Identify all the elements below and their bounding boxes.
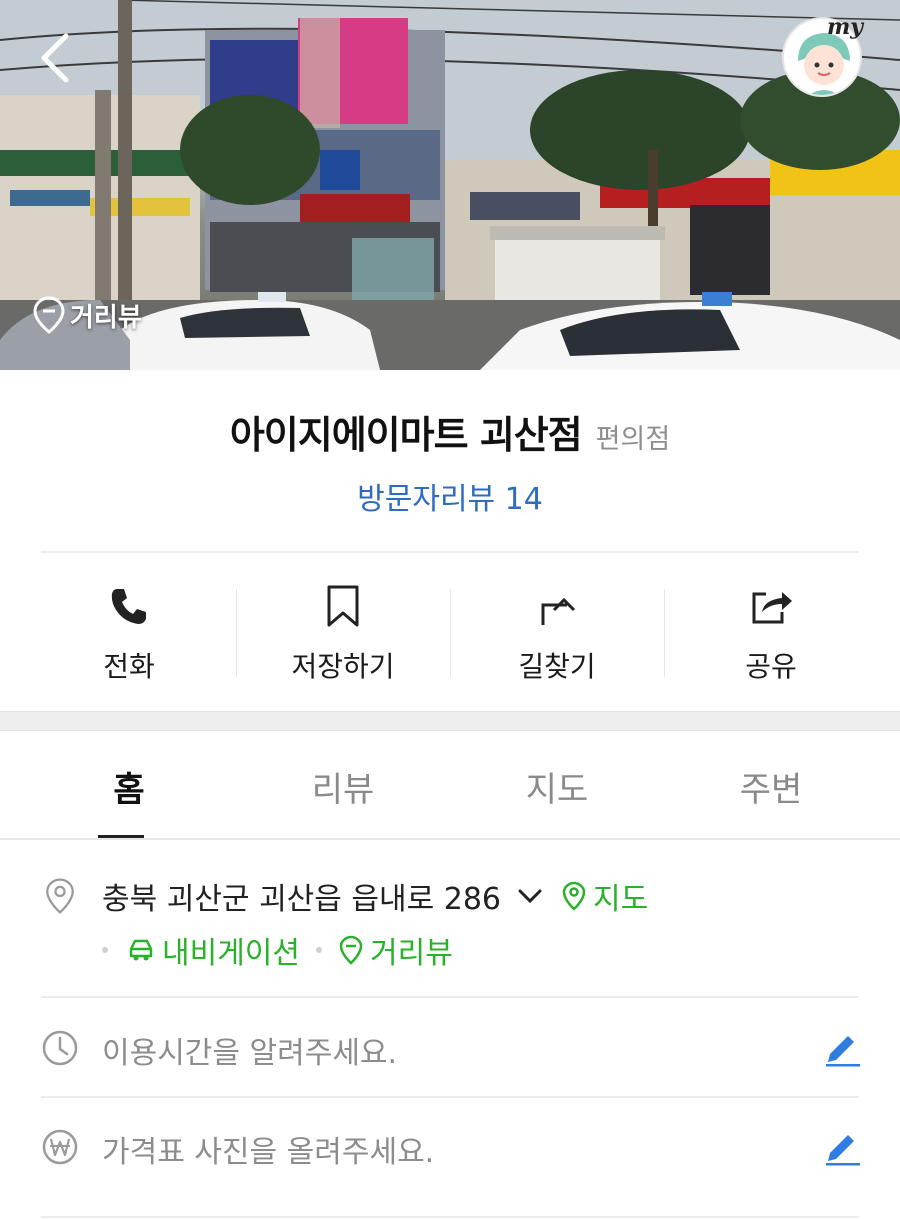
divider xyxy=(41,551,859,553)
directions-icon xyxy=(541,597,576,625)
tab-bar: 홈 리뷰 지도 주변 xyxy=(22,732,878,839)
location-pin-icon xyxy=(46,878,74,914)
bullet-dot xyxy=(316,947,322,953)
divider xyxy=(41,1216,859,1218)
directions-button[interactable]: 길찾기 xyxy=(450,575,664,685)
street-view-button[interactable]: 거리뷰 xyxy=(32,292,142,338)
share-icon xyxy=(752,592,792,624)
divider xyxy=(41,996,859,998)
place-header: 아이지에이마트 괴산점 편의점 xyxy=(0,404,900,459)
save-label: 저장하기 xyxy=(291,650,395,683)
section-separator xyxy=(0,711,900,731)
street-view-pin-icon xyxy=(339,935,363,965)
navigation-link[interactable]: 내비게이션 xyxy=(126,928,300,972)
address-sub-links: 내비게이션 거리뷰 xyxy=(102,928,453,972)
share-button[interactable]: 공유 xyxy=(664,575,878,685)
map-link-label: 지도 xyxy=(593,882,649,917)
phone-icon xyxy=(111,589,146,624)
tabs-divider xyxy=(0,838,900,840)
chevron-down-icon[interactable] xyxy=(515,881,545,911)
call-label: 전화 xyxy=(103,650,155,683)
won-currency-icon xyxy=(42,1129,78,1165)
clock-icon xyxy=(42,1030,78,1066)
street-view-photo[interactable]: my 거리뷰 xyxy=(0,0,900,370)
edit-hours-pencil-icon[interactable] xyxy=(822,1028,862,1068)
street-view-link-label: 거리뷰 xyxy=(370,936,453,971)
navigation-link-label: 내비게이션 xyxy=(162,936,300,971)
place-category: 편의점 xyxy=(595,424,671,455)
street-view-pin-icon xyxy=(33,296,65,334)
action-row: 전화 저장하기 길찾기 공유 xyxy=(22,575,878,685)
street-view-label: 거리뷰 xyxy=(70,302,142,333)
address-text: 충북 괴산군 괴산읍 읍내로 286 xyxy=(102,882,502,917)
share-label: 공유 xyxy=(745,650,797,683)
car-icon xyxy=(129,939,153,961)
street-view-link[interactable]: 거리뷰 xyxy=(338,928,453,972)
tab-review[interactable]: 리뷰 xyxy=(236,732,450,838)
place-title: 아이지에이마트 괴산점 xyxy=(229,413,583,457)
bullet-dot xyxy=(102,947,108,953)
divider xyxy=(41,1096,859,1098)
address-row: 충북 괴산군 괴산읍 읍내로 286 지도 xyxy=(102,874,648,918)
tab-home[interactable]: 홈 xyxy=(22,732,236,839)
map-link[interactable]: 지도 xyxy=(561,874,648,918)
directions-label: 길찾기 xyxy=(518,650,596,683)
back-arrow-icon[interactable] xyxy=(30,28,86,88)
save-button[interactable]: 저장하기 xyxy=(236,575,450,685)
bookmark-icon xyxy=(327,585,359,627)
tab-nearby[interactable]: 주변 xyxy=(664,732,878,838)
my-badge-label: my xyxy=(827,14,864,40)
map-pin-icon xyxy=(562,881,586,911)
price-photo-prompt[interactable]: 가격표 사진을 올려주세요. xyxy=(102,1127,434,1171)
tab-map[interactable]: 지도 xyxy=(450,732,664,838)
visitor-review-link[interactable]: 방문자리뷰 14 xyxy=(0,474,900,518)
edit-price-pencil-icon[interactable] xyxy=(822,1127,862,1167)
call-button[interactable]: 전화 xyxy=(22,575,236,685)
hours-prompt[interactable]: 이용시간을 알려주세요. xyxy=(102,1028,397,1072)
